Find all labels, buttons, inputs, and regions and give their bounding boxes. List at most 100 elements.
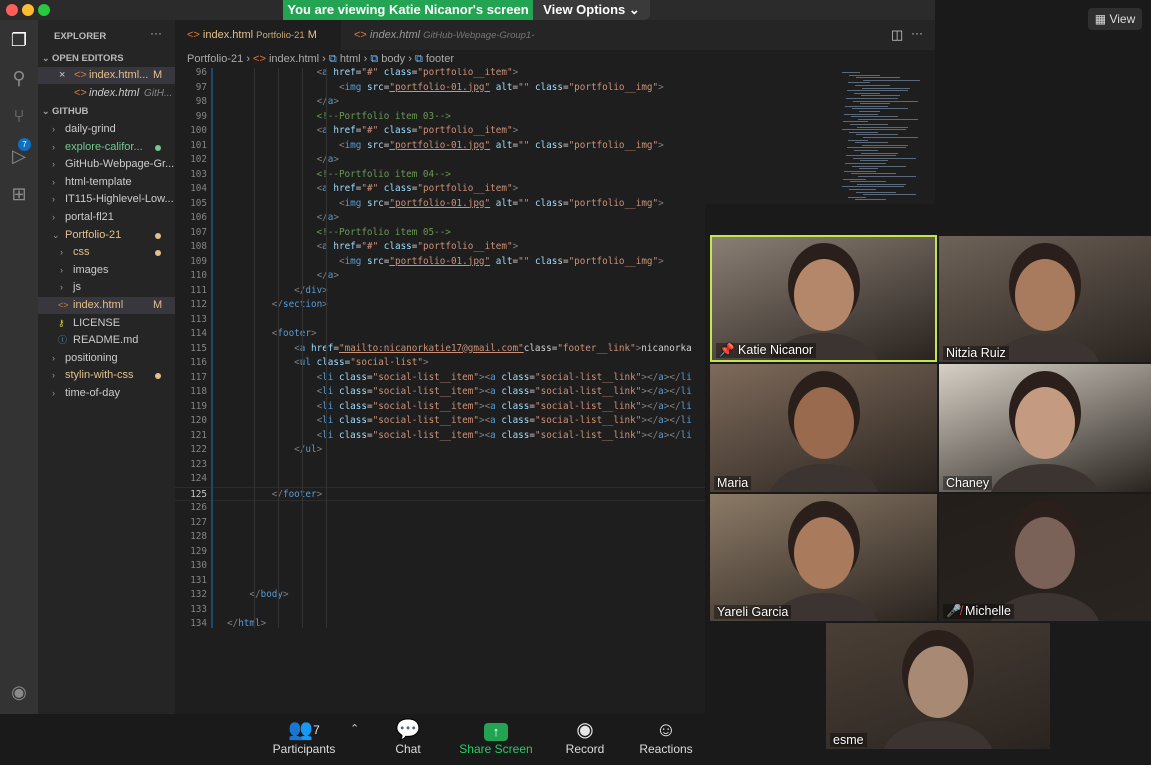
record-label: Record [565, 742, 605, 756]
reactions-button[interactable]: ☺ Reactions [636, 718, 696, 762]
participants-button[interactable]: 👥7 Participants [268, 718, 340, 762]
run-debug-icon[interactable]: ▷ [7, 144, 31, 168]
code-text: <a href="#" class="portfolio__item"> [316, 183, 519, 194]
account-icon[interactable]: ◉ [7, 680, 31, 704]
line-number: 130 [190, 560, 207, 571]
chevron-down-icon: ⌄ [628, 2, 640, 17]
minimap-line [851, 116, 898, 118]
participant-body [883, 721, 993, 749]
tree-item[interactable]: › stylin-with-css [38, 367, 175, 384]
close-window-button[interactable] [6, 4, 18, 16]
breadcrumb-file[interactable]: index.html [269, 53, 319, 65]
code-editor[interactable]: 96 <a href="#" class="portfolio__item"> 9… [175, 68, 705, 714]
minimap[interactable] [836, 68, 926, 204]
line-number: 112 [190, 299, 207, 310]
line-number: 105 [190, 197, 207, 209]
breadcrumb-body[interactable]: body [381, 53, 405, 65]
extensions-icon[interactable]: ⊞ [7, 182, 31, 206]
participant-name-text: Chaney [946, 476, 990, 490]
video-tile[interactable]: Yareli Garcia [710, 494, 937, 621]
chevron-right-icon: › [52, 194, 55, 205]
breadcrumb-html[interactable]: html [340, 53, 361, 65]
line-number: 127 [190, 516, 207, 528]
tree-item[interactable]: › explore-califor... [38, 139, 175, 156]
video-tile[interactable]: Chaney [939, 364, 1151, 492]
line-number: 97 [195, 81, 207, 93]
code-text: <!--Portfolio item 05--> [227, 226, 451, 238]
chevron-right-icon: › [52, 176, 55, 187]
minimap-line [847, 90, 908, 92]
video-tile[interactable]: esme [826, 623, 1050, 749]
minimap-line [863, 194, 916, 196]
tree-item[interactable]: ⓘ README.md [38, 332, 175, 349]
minimap-line [861, 152, 898, 154]
code-text: <li class="social-list__item"><a class="… [316, 400, 692, 412]
line-number: 129 [190, 545, 207, 557]
close-icon[interactable]: × [59, 67, 65, 84]
line-number: 120 [190, 415, 207, 426]
tree-item-label: IT115-Highlevel-Low... [65, 193, 174, 206]
search-icon[interactable]: ⚲ [7, 66, 31, 90]
tree-item[interactable]: › IT115-Highlevel-Low... [38, 191, 175, 208]
share-screen-icon: ↑ [456, 718, 536, 742]
record-button[interactable]: ◉ Record [560, 718, 610, 762]
participant-name-text: esme [833, 733, 864, 747]
workspace-header[interactable]: ⌄ GITHUB [42, 103, 179, 120]
chat-button[interactable]: 💬 Chat [385, 718, 431, 762]
tree-item[interactable]: › GitHub-Webpage-Gr... [38, 156, 175, 173]
more-actions-icon[interactable]: ··· [150, 26, 162, 40]
tree-item[interactable]: › images [38, 262, 175, 279]
breadcrumb-footer[interactable]: footer [426, 53, 454, 65]
chevron-up-icon[interactable]: ⌃ [350, 722, 359, 735]
participant-name-text: Katie Nicanor [738, 343, 814, 357]
line-number: 132 [190, 589, 207, 600]
code-text: <ul class="social-list"> [294, 357, 429, 368]
video-tile[interactable]: 📌 Katie Nicanor [710, 235, 937, 362]
video-tile[interactable]: 🎤̸ Michelle [939, 494, 1151, 621]
view-options-button[interactable]: View Options ⌄ [533, 0, 650, 20]
tab-index-github[interactable]: <> index.html GitHub-Webpage-Group1- [342, 20, 562, 50]
tree-item-label: positioning [65, 351, 118, 364]
open-editor-item[interactable]: <> index.html GitH... [38, 85, 175, 102]
change-dot-icon [155, 373, 161, 380]
minimap-line [859, 168, 878, 170]
tree-item[interactable]: › portal-fl21 [38, 209, 175, 226]
tree-item[interactable]: › css [38, 244, 175, 261]
chat-icon: 💬 [395, 719, 421, 741]
breadcrumb-folder[interactable]: Portfolio-21 [187, 53, 243, 65]
tab-label: index.html [202, 29, 254, 41]
open-editors-header[interactable]: ⌄ OPEN EDITORS [42, 50, 179, 67]
explorer-icon[interactable]: ❐ [7, 28, 31, 52]
open-editor-name: index.html [89, 87, 140, 99]
tree-item-label: css [73, 246, 90, 259]
code-text: <img src="portfolio-01.jpg" alt="" class… [338, 197, 664, 209]
minimize-window-button[interactable] [22, 4, 34, 16]
code-text: <li class="social-list__item"><a class="… [316, 386, 692, 397]
tree-item[interactable]: ⌄ Portfolio-21 [38, 227, 175, 244]
share-screen-button[interactable]: ↑ Share Screen [456, 718, 536, 762]
source-control-icon[interactable]: ⑂ [7, 104, 31, 128]
more-actions-icon[interactable]: ··· [911, 26, 923, 40]
tree-item[interactable]: ⚷ LICENSE [38, 315, 175, 332]
tab-index-portfolio[interactable]: <> index.html Portfolio-21 M [175, 20, 341, 50]
video-tile[interactable]: Nitzia Ruiz [939, 236, 1151, 362]
open-editor-path: GitH... [144, 88, 173, 99]
html-file-icon: <> [354, 29, 367, 41]
open-editor-item[interactable]: × <> index.html... M [38, 67, 175, 84]
tree-item[interactable]: <> index.html M [38, 297, 175, 314]
minimap-line [846, 98, 898, 99]
line-number: 106 [190, 212, 207, 223]
split-editor-icon[interactable]: ◫ [891, 27, 903, 43]
minimap-line [857, 126, 908, 128]
tree-item[interactable]: › positioning [38, 350, 175, 367]
chevron-right-icon: › [52, 159, 55, 170]
video-tile[interactable]: Maria [710, 364, 937, 492]
indent-guide [254, 68, 255, 628]
view-button[interactable]: ▦ View [1088, 8, 1142, 30]
chevron-right-icon: › [52, 141, 55, 152]
tree-item[interactable]: › html-template [38, 174, 175, 191]
tree-item[interactable]: › js [38, 279, 175, 296]
maximize-window-button[interactable] [38, 4, 50, 16]
tree-item[interactable]: › daily-grind [38, 121, 175, 138]
tree-item[interactable]: › time-of-day [38, 385, 175, 402]
